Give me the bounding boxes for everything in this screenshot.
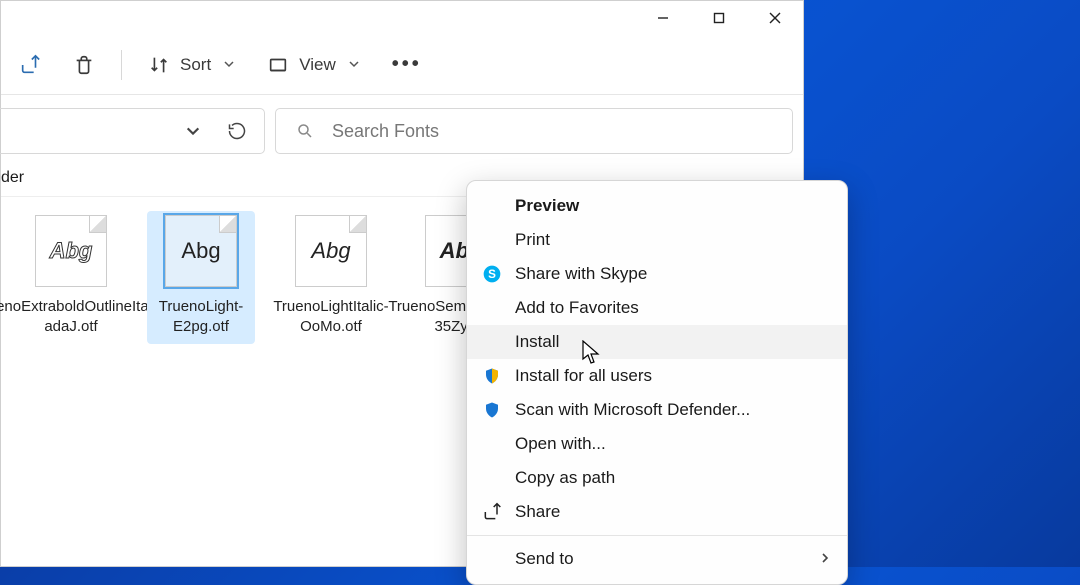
menu-share-skype[interactable]: S Share with Skype	[467, 257, 847, 291]
address-bar[interactable]	[0, 108, 265, 154]
menu-install-all-users[interactable]: Install for all users	[467, 359, 847, 393]
menu-open-with[interactable]: Open with...	[467, 427, 847, 461]
file-name: TruenoExtraboldOutlineItalic-adaJ.otf	[0, 297, 168, 336]
search-icon	[294, 120, 316, 142]
chevron-right-icon	[819, 549, 831, 569]
sort-icon	[148, 54, 170, 76]
close-button[interactable]	[747, 1, 803, 35]
chevron-down-icon[interactable]	[182, 120, 204, 142]
refresh-icon[interactable]	[226, 120, 248, 142]
toolbar-divider	[121, 50, 122, 80]
maximize-button[interactable]	[691, 1, 747, 35]
view-button[interactable]: View	[253, 45, 374, 85]
share-toolbar-button[interactable]	[5, 45, 55, 85]
context-menu: Preview Print S Share with Skype Add to …	[466, 180, 848, 585]
trash-icon	[73, 54, 95, 76]
search-input[interactable]: Search Fonts	[275, 108, 793, 154]
ellipsis-icon: •••	[392, 53, 422, 76]
defender-icon	[481, 399, 503, 421]
more-button[interactable]: •••	[378, 45, 436, 85]
shield-icon	[481, 365, 503, 387]
file-item[interactable]: Abg TruenoLightItalic-OoMo.otf	[281, 215, 381, 344]
menu-scan-defender[interactable]: Scan with Microsoft Defender...	[467, 393, 847, 427]
menu-separator	[467, 535, 847, 536]
sort-label: Sort	[180, 55, 211, 75]
view-icon	[267, 54, 289, 76]
menu-install[interactable]: Install	[467, 325, 847, 359]
nav-row: Search Fonts	[1, 95, 803, 167]
file-name: TruenoLight-E2pg.otf	[147, 297, 255, 336]
skype-icon: S	[481, 263, 503, 285]
minimize-button[interactable]	[635, 1, 691, 35]
file-name: TruenoLightItalic-OoMo.otf	[273, 297, 388, 336]
menu-add-favorites[interactable]: Add to Favorites	[467, 291, 847, 325]
menu-copy-path[interactable]: Copy as path	[467, 461, 847, 495]
svg-text:S: S	[488, 268, 496, 281]
file-item[interactable]: Abg TruenoExtraboldOutlineItalic-adaJ.ot…	[21, 215, 121, 344]
menu-share[interactable]: Share	[467, 495, 847, 529]
menu-print[interactable]: Print	[467, 223, 847, 257]
sort-button[interactable]: Sort	[134, 45, 249, 85]
font-thumb: Abg	[35, 215, 107, 287]
menu-preview[interactable]: Preview	[467, 189, 847, 223]
chevron-down-icon	[223, 55, 235, 75]
titlebar	[1, 1, 803, 35]
view-label: View	[299, 55, 336, 75]
delete-toolbar-button[interactable]	[59, 45, 109, 85]
share-icon	[481, 501, 503, 523]
chevron-down-icon	[348, 55, 360, 75]
toolbar: Sort View •••	[1, 35, 803, 95]
search-placeholder: Search Fonts	[332, 121, 439, 142]
menu-send-to[interactable]: Send to	[467, 542, 847, 576]
font-thumb: Abg	[295, 215, 367, 287]
file-item[interactable]: Abg TruenoLight-E2pg.otf	[147, 211, 255, 344]
font-thumb: Abg	[165, 215, 237, 287]
share-icon	[19, 54, 41, 76]
